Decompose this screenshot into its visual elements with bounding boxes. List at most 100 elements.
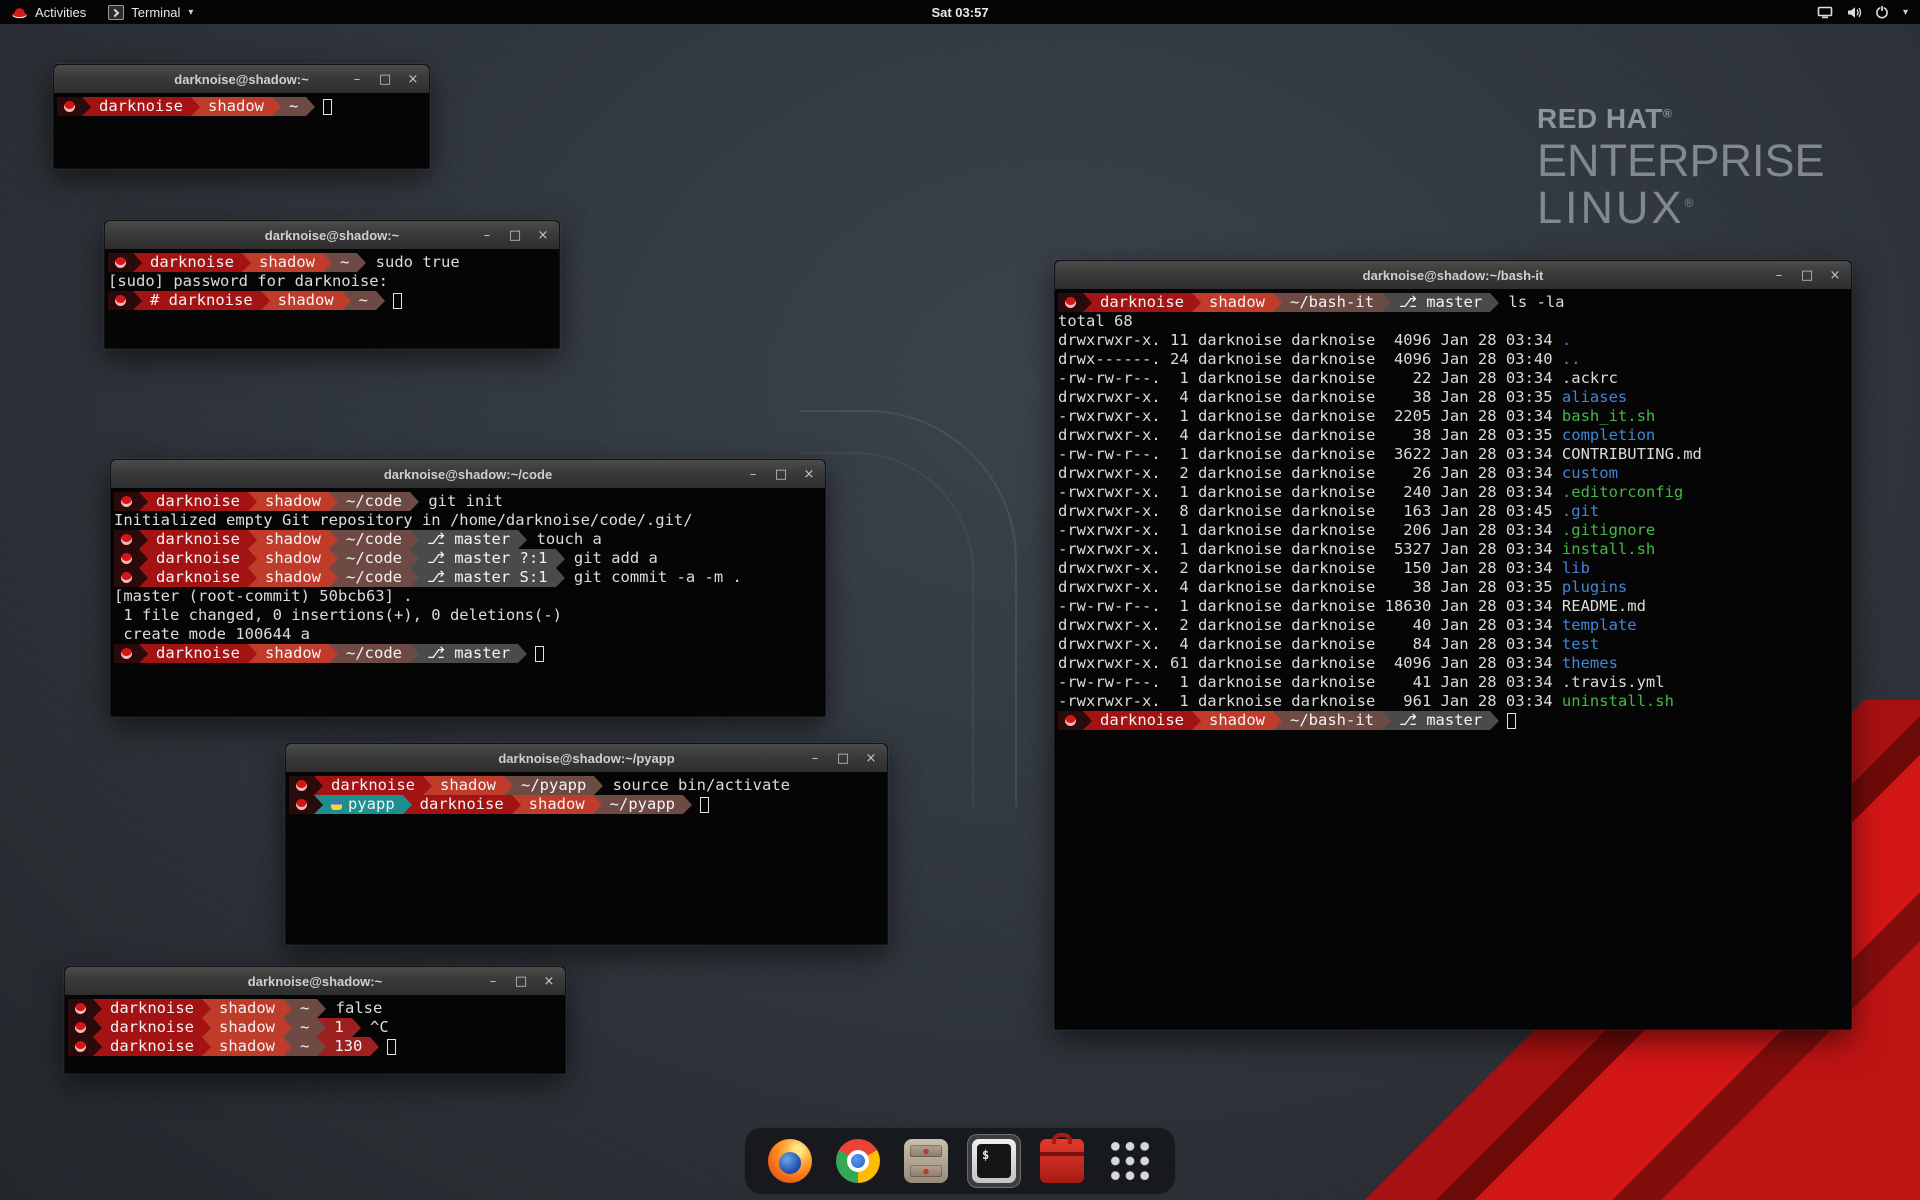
powerline-separator <box>512 795 521 814</box>
window-titlebar[interactable]: darknoise@shadow:~ –□ × <box>54 65 429 94</box>
terminal-content[interactable]: darknoiseshadow~ falsedarknoiseshadow~1 … <box>65 995 565 1073</box>
prompt-user-segment: darknoise <box>1092 711 1192 730</box>
powerline-separator <box>261 291 270 310</box>
window-title: darknoise@shadow:~ <box>174 72 308 87</box>
prompt-path-segment: ~ <box>281 97 306 116</box>
close-button[interactable]: × <box>802 467 816 482</box>
terminal-content[interactable]: darknoiseshadow~/pyapp source bin/activa… <box>286 772 887 944</box>
maximize-button[interactable]: □ <box>378 72 392 87</box>
terminal-content[interactable]: darknoiseshadow~/code git initInitialize… <box>111 488 825 716</box>
toolbox-icon <box>1040 1139 1084 1183</box>
prompt-host-segment: shadow <box>257 530 329 549</box>
minimize-button[interactable]: – <box>746 467 760 482</box>
prompt-host-segment: shadow <box>521 795 593 814</box>
powerline-separator <box>283 1037 292 1056</box>
activities-label: Activities <box>35 5 86 20</box>
maximize-button[interactable]: □ <box>1800 268 1814 283</box>
terminal-line: Initialized empty Git repository in /hom… <box>114 511 825 530</box>
power-icon[interactable] <box>1875 5 1889 19</box>
powerline-separator <box>593 795 602 814</box>
redhat-icon <box>121 534 132 545</box>
window-titlebar[interactable]: darknoise@shadow:~–□× <box>65 967 565 996</box>
terminal-line: drwxrwxr-x. 4 darknoise darknoise 38 Jan… <box>1058 426 1851 445</box>
prompt-git-segment: ⎇ master S:1 <box>419 568 556 587</box>
terminal-line: drwxrwxr-x. 2 darknoise darknoise 150 Ja… <box>1058 559 1851 578</box>
window-titlebar[interactable]: darknoise@shadow:~/code–□× <box>111 460 825 489</box>
maximize-button[interactable]: □ <box>514 974 528 989</box>
close-button[interactable]: × <box>542 974 556 989</box>
files-dock-button[interactable] <box>899 1134 953 1188</box>
minimize-button[interactable]: – <box>808 751 822 766</box>
prompt-git-segment: ⎇ master <box>419 644 518 663</box>
terminal-dock-button[interactable] <box>967 1134 1021 1188</box>
system-status-area[interactable]: ▾ <box>1817 0 1920 24</box>
terminal-text: drwx------. 24 darknoise darknoise 4096 … <box>1058 350 1562 369</box>
terminal-cursor <box>393 293 402 309</box>
window-title: darknoise@shadow:~ <box>265 228 399 243</box>
terminal-text: .. <box>1562 350 1581 369</box>
terminal-line: darknoiseshadow~/code⎇ master touch a <box>114 530 825 549</box>
activities-button[interactable]: Activities <box>0 0 97 24</box>
window-titlebar[interactable]: darknoise@shadow:~ –□ × <box>105 221 559 250</box>
terminal-content[interactable]: darknoiseshadow~ sudo true[sudo] passwor… <box>105 249 559 348</box>
toolbox-dock-button[interactable] <box>1035 1134 1089 1188</box>
prompt-path-segment: ~/pyapp <box>602 795 683 814</box>
clock[interactable]: Sat 03:57 <box>931 5 988 20</box>
chrome-dock-button[interactable] <box>831 1134 885 1188</box>
prompt-distro-segment <box>114 568 139 587</box>
terminal-text: ls -la <box>1499 293 1564 312</box>
appgrid-dock-button[interactable] <box>1103 1134 1157 1188</box>
terminal-app-menu[interactable]: Terminal ▾ <box>97 0 204 24</box>
brand-linux-text: LINUX <box>1537 182 1685 233</box>
terminal-line: drwxrwxr-x. 2 darknoise darknoise 40 Jan… <box>1058 616 1851 635</box>
terminal-line: darknoiseshadow~/code⎇ master ?:1 git ad… <box>114 549 825 568</box>
terminal-text: drwxrwxr-x. 2 darknoise darknoise 26 Jan… <box>1058 464 1562 483</box>
maximize-button[interactable]: □ <box>774 467 788 482</box>
prompt-host-segment: shadow <box>257 568 329 587</box>
close-button[interactable]: × <box>536 228 550 243</box>
minimize-button[interactable]: – <box>350 72 364 87</box>
prompt-distro-segment <box>289 795 314 814</box>
powerline-separator <box>93 1037 102 1056</box>
window-titlebar[interactable]: darknoise@shadow:~/pyapp –□ × <box>286 744 887 773</box>
chrome-icon <box>836 1139 880 1183</box>
terminal-content[interactable]: darknoiseshadow~ <box>54 93 429 168</box>
volume-icon[interactable] <box>1846 6 1862 19</box>
maximize-button[interactable]: □ <box>508 228 522 243</box>
minimize-button[interactable]: – <box>486 974 500 989</box>
window-title: darknoise@shadow:~/pyapp <box>498 751 674 766</box>
window-controls: –□ × <box>350 65 420 93</box>
terminal-content[interactable]: darknoiseshadow~/bash-it⎇ master ls -lat… <box>1055 289 1851 1029</box>
close-button[interactable]: × <box>864 751 878 766</box>
terminal-line: darknoiseshadow~ false <box>68 999 565 1018</box>
chevron-down-icon[interactable]: ▾ <box>1903 7 1908 18</box>
terminal-line: -rw-rw-r--. 1 darknoise darknoise 22 Jan… <box>1058 369 1851 388</box>
prompt-user-segment: darknoise <box>148 530 248 549</box>
terminal-text: lib <box>1562 559 1590 578</box>
terminal-text: -rwxrwxr-x. 1 darknoise darknoise 206 Ja… <box>1058 521 1562 540</box>
terminal-line: darknoiseshadow~/pyapp source bin/activa… <box>289 776 887 795</box>
powerline-separator <box>1192 293 1201 312</box>
powerline-separator <box>139 644 148 663</box>
display-icon[interactable] <box>1817 6 1833 19</box>
powerline-separator <box>1382 711 1391 730</box>
terminal-line: [sudo] password for darknoise: <box>108 272 559 291</box>
terminal-text: touch a <box>527 530 602 549</box>
redhat-icon <box>115 257 126 268</box>
close-button[interactable]: × <box>1828 268 1842 283</box>
terminal-window-bash-it: darknoise@shadow:~/bash-it–□×darknoisesh… <box>1054 260 1852 1030</box>
minimize-button[interactable]: – <box>480 228 494 243</box>
window-titlebar[interactable]: darknoise@shadow:~/bash-it–□× <box>1055 261 1851 290</box>
terminal-line: darknoiseshadow~1 ^C <box>68 1018 565 1037</box>
minimize-button[interactable]: – <box>1772 268 1786 283</box>
powerline-separator <box>504 776 513 795</box>
terminal-text: Initialized empty Git repository in /hom… <box>114 511 693 530</box>
terminal-line: drwx------. 24 darknoise darknoise 4096 … <box>1058 350 1851 369</box>
terminal-line: -rwxrwxr-x. 1 darknoise darknoise 5327 J… <box>1058 540 1851 559</box>
close-button[interactable]: × <box>406 72 420 87</box>
maximize-button[interactable]: □ <box>836 751 850 766</box>
terminal-text: aliases <box>1562 388 1627 407</box>
powerline-separator <box>1490 711 1499 730</box>
powerline-separator <box>133 291 142 310</box>
firefox-dock-button[interactable] <box>763 1134 817 1188</box>
